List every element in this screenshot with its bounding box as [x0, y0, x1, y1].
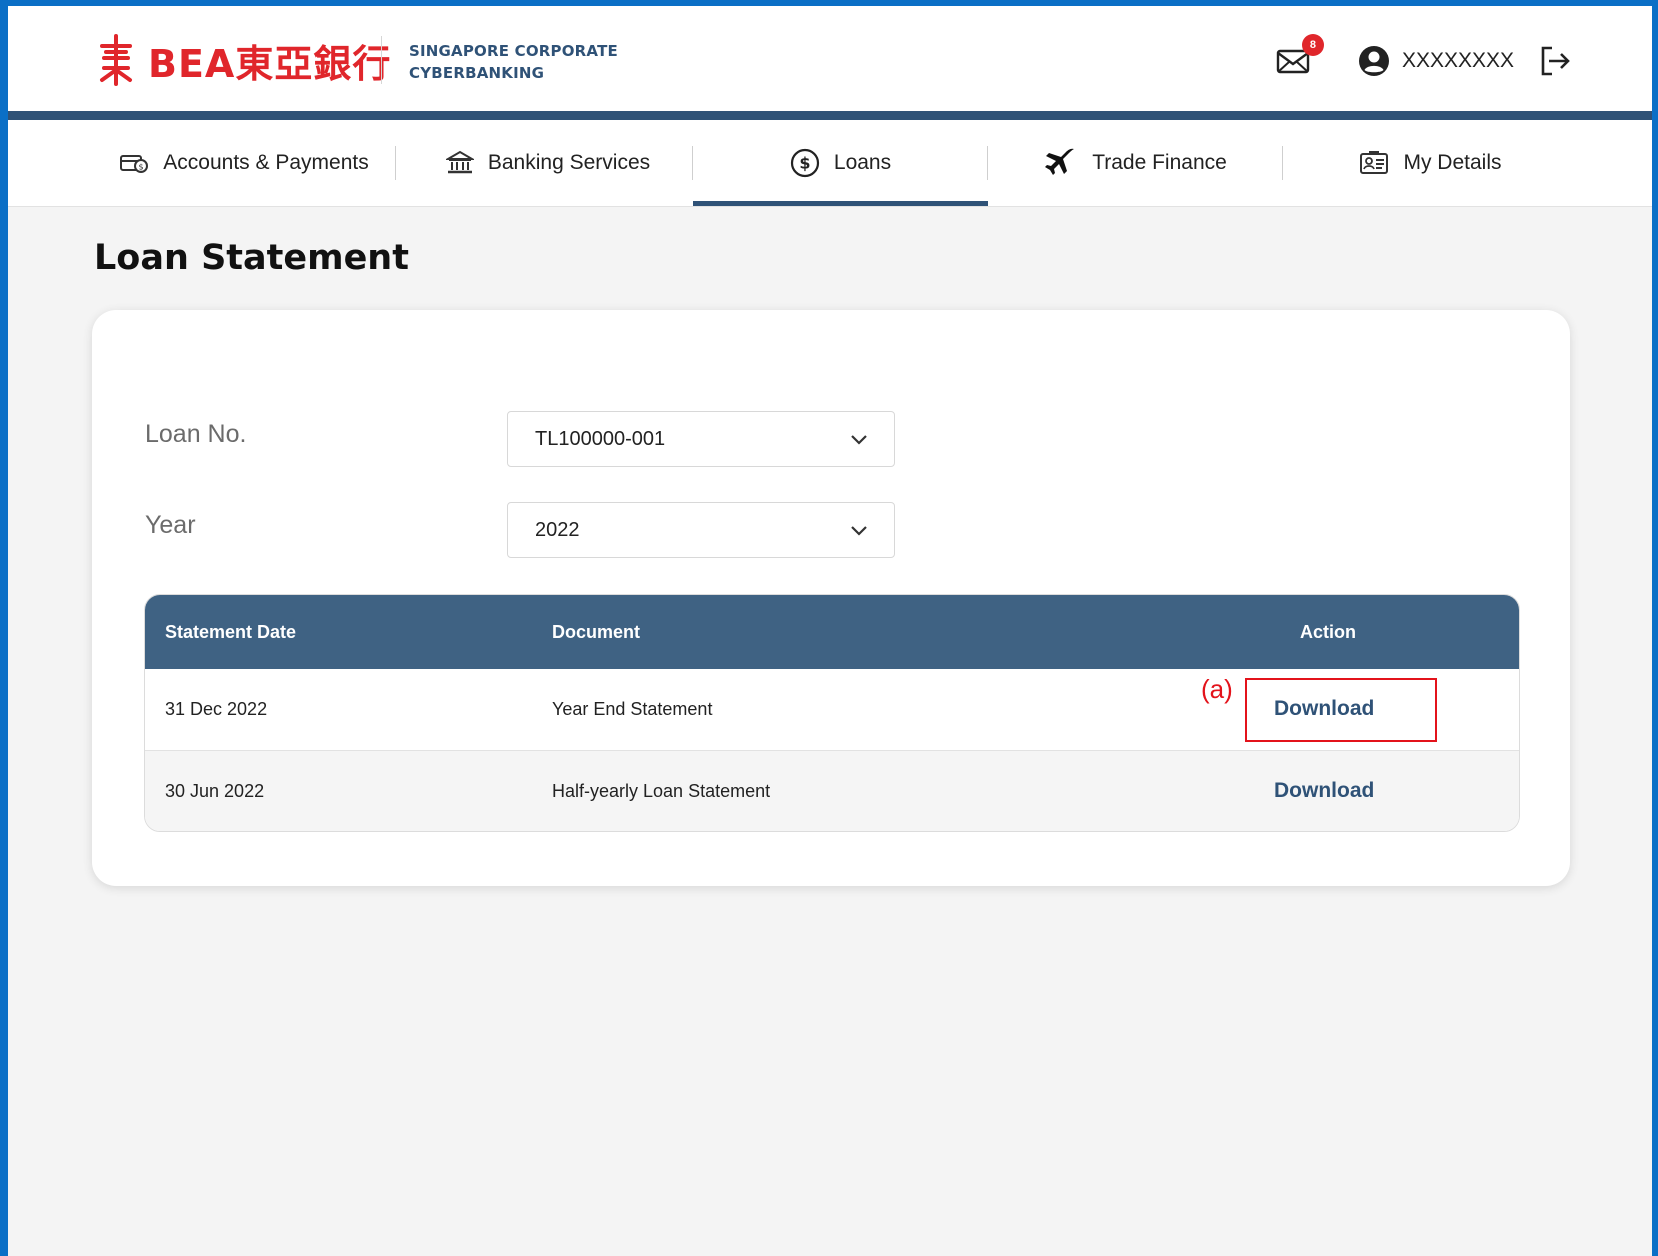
mailbox-button[interactable]: 8: [1276, 34, 1324, 76]
nav-my-details[interactable]: My Details: [1283, 120, 1578, 206]
top-header: BEA東亞銀行 SINGAPORE CORPORATE CYBERBANKING…: [8, 6, 1652, 111]
annotation-label: (a): [1201, 674, 1233, 704]
nav-label: Loans: [833, 151, 892, 174]
bea-logo[interactable]: BEA東亞銀行: [96, 30, 391, 90]
brand-name: BEA東亞銀行: [148, 41, 392, 86]
header-accent-bar: [8, 111, 1652, 120]
dollar-coin-icon: $: [790, 148, 819, 178]
nav-trade-finance[interactable]: Trade Finance: [988, 120, 1283, 206]
airplane-icon: [1045, 148, 1075, 175]
table-header: Statement Date Document Action: [145, 595, 1519, 669]
header-actions: 8 XXXXXXXX: [1276, 34, 1572, 84]
header-action: Action: [1300, 622, 1356, 642]
nav-label: Banking Services: [487, 151, 651, 174]
statement-date: 31 Dec 2022: [165, 699, 268, 719]
nav-separator: [395, 146, 396, 180]
nav-loans[interactable]: $ Loans: [693, 120, 988, 206]
nav-label: Trade Finance: [1092, 151, 1227, 174]
mail-badge: 8: [1301, 34, 1324, 56]
portal-subtitle: SINGAPORE CORPORATE CYBERBANKING: [409, 40, 618, 84]
year-value: 2022: [535, 519, 580, 541]
svg-text:$: $: [139, 163, 144, 172]
nav-banking-services[interactable]: Banking Services: [398, 120, 698, 206]
svg-text:$: $: [799, 154, 810, 173]
header-document: Document: [552, 622, 641, 642]
annotation-highlight-box: [1245, 678, 1437, 742]
id-card-icon: [1360, 151, 1389, 174]
bea-logo-icon: [100, 34, 132, 86]
logo-divider: [381, 36, 382, 84]
nav-accounts-payments[interactable]: $ Accounts & Payments: [104, 120, 384, 206]
loan-no-select[interactable]: TL100000-001: [507, 411, 895, 467]
loan-statement-card: Loan No. TL100000-001 Year 2022 Statemen…: [92, 310, 1570, 886]
table-row: 30 Jun 2022 Half-yearly Loan Statement D…: [145, 750, 1519, 831]
document-name: Half-yearly Loan Statement: [552, 781, 771, 801]
nav-label: My Details: [1403, 151, 1502, 174]
chevron-down-icon: [851, 526, 867, 536]
chevron-down-icon: [851, 435, 867, 445]
loan-no-label: Loan No.: [145, 420, 247, 448]
wallet-icon: $: [120, 155, 149, 173]
year-select[interactable]: 2022: [507, 502, 895, 558]
year-label: Year: [145, 511, 196, 539]
main-nav: $ Accounts & Payments Banking Services $: [8, 120, 1652, 207]
user-avatar-icon[interactable]: [1358, 45, 1390, 77]
loan-no-value: TL100000-001: [535, 428, 666, 450]
nav-label: Accounts & Payments: [163, 151, 369, 174]
portal-subtitle-line2: CYBERBANKING: [409, 64, 545, 82]
document-name: Year End Statement: [552, 699, 713, 719]
portal-subtitle-line1: SINGAPORE CORPORATE: [409, 42, 618, 60]
header-statement-date: Statement Date: [165, 622, 297, 642]
username[interactable]: XXXXXXXX: [1402, 49, 1514, 73]
logout-icon[interactable]: [1538, 44, 1572, 78]
bank-icon: [445, 150, 474, 174]
statement-date: 30 Jun 2022: [165, 781, 265, 801]
app-window: BEA東亞銀行 SINGAPORE CORPORATE CYBERBANKING…: [8, 6, 1652, 1256]
page-title: Loan Statement: [94, 238, 409, 278]
download-button[interactable]: Download: [1274, 779, 1374, 803]
